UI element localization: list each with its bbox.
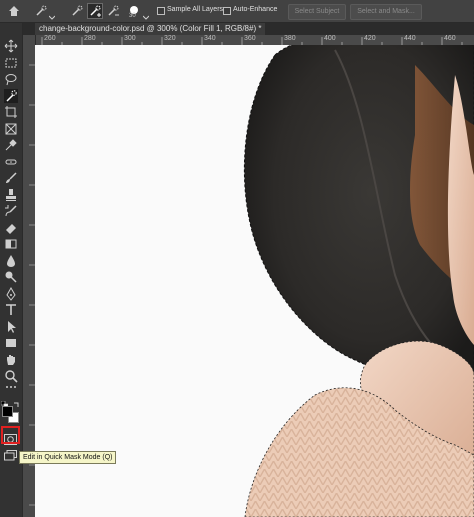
auto-enhance-checkbox[interactable] — [223, 7, 231, 15]
foreground-color-swatch[interactable] — [2, 406, 13, 417]
ruler-tick-label: 380 — [284, 35, 296, 42]
options-bar: 30 Sample All Layers Auto-Enhance Select… — [0, 0, 474, 23]
brush-size-value: 30 — [129, 13, 136, 19]
sample-all-layers-checkbox[interactable] — [157, 7, 165, 15]
rectangle-icon[interactable] — [4, 336, 18, 350]
sample-all-layers-label: Sample All Layers — [167, 6, 224, 13]
quick-selection-preset-icon[interactable] — [34, 4, 48, 23]
type-icon[interactable] — [4, 303, 18, 317]
new-selection-icon[interactable] — [70, 4, 84, 23]
ruler-tick-label: 440 — [404, 35, 416, 42]
swap-colors-icon[interactable] — [13, 395, 20, 413]
marquee-icon[interactable] — [4, 56, 18, 70]
ruler-tick-label: 400 — [324, 35, 336, 42]
frame-icon[interactable] — [4, 122, 18, 136]
ruler-tick-label: 340 — [204, 35, 216, 42]
document-canvas[interactable] — [35, 45, 474, 517]
pen-icon[interactable] — [4, 287, 18, 301]
spot-healing-icon[interactable] — [4, 155, 18, 169]
quick-selection-icon[interactable] — [4, 89, 18, 103]
clone-stamp-icon[interactable] — [4, 188, 18, 202]
gradient-icon[interactable] — [4, 237, 18, 251]
quick-mask-tooltip: Edit in Quick Mask Mode (Q) — [19, 451, 117, 464]
photo-artwork — [243, 45, 474, 517]
path-selection-icon[interactable] — [4, 320, 18, 334]
hand-icon[interactable] — [4, 353, 18, 367]
dodge-icon[interactable] — [4, 270, 18, 284]
more-tools-icon[interactable] — [4, 383, 18, 391]
ruler-left-ticks — [29, 64, 35, 506]
brush-icon[interactable] — [4, 171, 18, 185]
blur-icon[interactable] — [4, 254, 18, 268]
auto-enhance-label: Auto-Enhance — [233, 6, 278, 13]
subtract-from-selection-icon[interactable] — [106, 4, 120, 23]
move-icon[interactable] — [4, 39, 18, 53]
crop-icon[interactable] — [4, 105, 18, 119]
document-tab[interactable]: change-background-color.psd @ 300% (Colo… — [35, 23, 266, 35]
screen-mode-icon[interactable] — [4, 448, 17, 466]
document-tab-bar: change-background-color.psd @ 300% (Colo… — [23, 23, 474, 35]
quick-mask-highlight — [1, 426, 20, 444]
ruler-tick-label: 420 — [364, 35, 376, 42]
select-subject-button[interactable]: Select Subject — [288, 4, 346, 20]
ruler-tick-label: 300 — [124, 35, 136, 42]
ruler-tick-label: 280 — [84, 35, 96, 42]
zoom-icon[interactable] — [4, 369, 18, 383]
eyedropper-icon[interactable] — [4, 138, 18, 152]
ruler-tick-label: 320 — [164, 35, 176, 42]
ruler-tick-label: 260 — [44, 35, 56, 42]
home-icon[interactable] — [7, 4, 21, 23]
ruler-tick-label: 360 — [244, 35, 256, 42]
add-to-selection-icon[interactable] — [87, 3, 103, 19]
history-brush-icon[interactable] — [4, 204, 18, 218]
ruler-tick-label: 460 — [444, 35, 456, 42]
select-and-mask-button[interactable]: Select and Mask... — [350, 4, 422, 20]
eraser-icon[interactable] — [4, 221, 18, 235]
lasso-icon[interactable] — [4, 72, 18, 86]
